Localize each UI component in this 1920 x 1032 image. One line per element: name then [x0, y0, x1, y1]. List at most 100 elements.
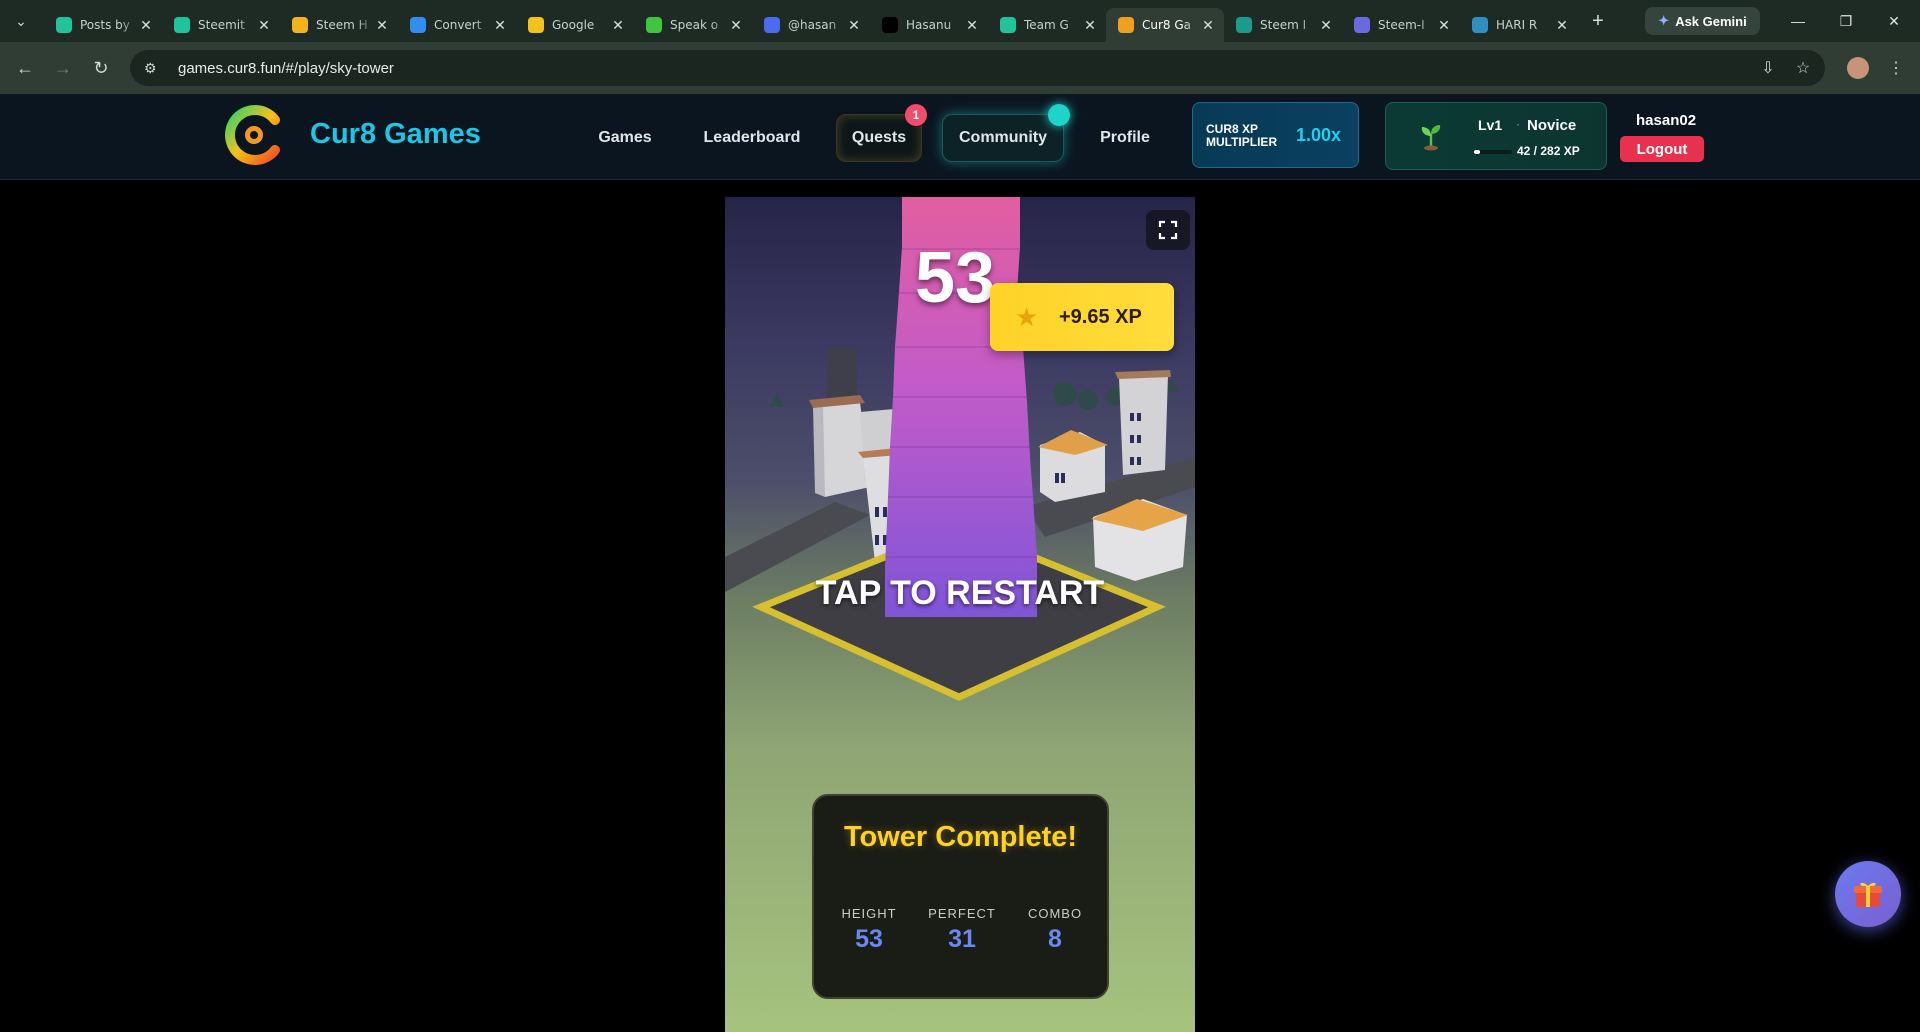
close-tab-icon[interactable]: ✕	[846, 17, 862, 34]
gemini-icon: ✦	[1658, 13, 1670, 28]
site-header: Cur8 Games Games Leaderboard Quests 1 Co…	[0, 94, 1920, 180]
site-info-icon[interactable]: ⚙	[144, 60, 168, 77]
nav-community[interactable]: Community	[942, 114, 1064, 162]
stat-combo-value: 8	[1048, 925, 1062, 953]
browser-tab[interactable]: Steem-I ✕	[1342, 8, 1460, 42]
omnibox[interactable]: ⚙ games.cur8.fun/#/play/sky-tower	[130, 50, 1825, 86]
score-display: 53	[915, 238, 996, 318]
fullscreen-button[interactable]	[1146, 210, 1190, 250]
close-tab-icon[interactable]: ✕	[610, 17, 626, 34]
browser-tab[interactable]: Google ✕	[516, 8, 634, 42]
browser-tab-title: Steem-I	[1378, 18, 1425, 32]
browser-tab-title: Cur8 Ga	[1142, 18, 1192, 32]
cur8-icon	[1118, 17, 1134, 33]
bookmark-star-icon[interactable]: ☆	[1785, 50, 1821, 86]
logout-button[interactable]: Logout	[1620, 136, 1704, 162]
back-button[interactable]: ←	[6, 49, 44, 87]
drive-icon	[410, 17, 426, 33]
minimize-button[interactable]: —	[1775, 0, 1821, 42]
star-icon: ★	[1015, 301, 1039, 332]
close-tab-icon[interactable]: ✕	[138, 17, 154, 34]
xp-progress-fill	[1474, 150, 1480, 154]
username[interactable]: hasan02	[1636, 112, 1696, 129]
forward-button[interactable]: →	[44, 49, 82, 87]
level-separator: ·	[1516, 117, 1520, 131]
gift-icon	[1854, 882, 1882, 907]
browser-tab-title: Speak o	[670, 18, 719, 32]
browser-tab[interactable]: Cur8 Ga ✕	[1106, 8, 1224, 42]
browser-tab[interactable]: Hasanu ✕	[870, 8, 988, 42]
quests-badge: 1	[905, 104, 927, 126]
gift-button[interactable]	[1835, 861, 1901, 927]
browser-tab-title: Team G	[1024, 18, 1069, 32]
new-tab-button[interactable]: +	[1584, 7, 1612, 35]
browser-tab-title: Steem I	[1260, 18, 1307, 32]
stat-perfect-value: 31	[948, 925, 976, 953]
x-icon	[882, 17, 898, 33]
play-icon	[646, 17, 662, 33]
xp-multiplier-label: CUR8 XP MULTIPLIER	[1206, 122, 1278, 149]
brand-name[interactable]: Cur8 Games	[310, 118, 481, 151]
browser-tab-title: Steemit	[198, 18, 245, 32]
browser-tab[interactable]: @hasan ✕	[752, 8, 870, 42]
browser-tab[interactable]: Convert ✕	[398, 8, 516, 42]
browser-tab[interactable]: HARI R ✕	[1460, 8, 1578, 42]
browser-tab-title: Steem H	[316, 18, 368, 32]
result-panel: Tower Complete! HEIGHT 53 PERFECT 31 COM…	[812, 794, 1109, 999]
sprout-icon	[1421, 125, 1441, 151]
close-tab-icon[interactable]: ✕	[374, 17, 390, 34]
browser-tab[interactable]: Steem I ✕	[1224, 8, 1342, 42]
reload-button[interactable]: ↻	[82, 49, 120, 87]
stat-combo-label: COMBO	[1027, 906, 1083, 921]
xp-progress-text: 42 / 282 XP	[1517, 144, 1580, 158]
nav-profile[interactable]: Profile	[1090, 114, 1160, 162]
url-text[interactable]: games.cur8.fun/#/play/sky-tower	[178, 60, 394, 77]
close-tab-icon[interactable]: ✕	[1200, 17, 1216, 34]
steem-icon	[1236, 17, 1252, 33]
browser-tab[interactable]: Steemit ✕	[162, 8, 280, 42]
profile-avatar[interactable]	[1840, 50, 1876, 86]
profile-icon	[764, 17, 780, 33]
hari-icon	[1472, 17, 1488, 33]
tap-to-restart[interactable]: TAP TO RESTART	[815, 573, 1105, 613]
browser-menu-icon[interactable]: ⋮	[1878, 50, 1914, 86]
browser-tab[interactable]: Posts by ✕	[44, 8, 162, 42]
stat-height-value: 53	[855, 925, 883, 953]
level-card[interactable]: Lv1 · Novice 42 / 282 XP	[1385, 102, 1607, 170]
steemit-icon	[56, 17, 72, 33]
browser-tab-title: HARI R	[1496, 18, 1538, 32]
fullscreen-icon	[1158, 220, 1178, 240]
restore-button[interactable]: ❐	[1823, 0, 1869, 42]
bulb-icon	[528, 17, 544, 33]
ask-gemini-button[interactable]: ✦ Ask Gemini	[1645, 7, 1760, 35]
browser-tab-title: Convert	[434, 18, 482, 32]
close-tab-icon[interactable]: ✕	[1082, 17, 1098, 34]
xp-multiplier-card: CUR8 XP MULTIPLIER 1.00x	[1192, 102, 1359, 168]
cur8-logo[interactable]	[223, 104, 285, 166]
community-indicator-dot	[1048, 104, 1070, 126]
ask-gemini-label: Ask Gemini	[1675, 13, 1747, 29]
nav-games[interactable]: Games	[590, 114, 660, 162]
game-canvas[interactable]: 53 ★ +9.65 XP TAP TO RESTART Tower Compl…	[725, 197, 1195, 1032]
xp-multiplier-value: 1.00x	[1296, 125, 1342, 145]
browser-tab[interactable]: Speak o ✕	[634, 8, 752, 42]
close-tab-icon[interactable]: ✕	[1436, 17, 1452, 34]
install-app-icon[interactable]: ⇩	[1750, 50, 1786, 86]
close-window-button[interactable]: ✕	[1871, 0, 1917, 42]
result-title: Tower Complete!	[843, 821, 1078, 853]
close-tab-icon[interactable]: ✕	[964, 17, 980, 34]
close-tab-icon[interactable]: ✕	[1318, 17, 1334, 34]
browser-tab[interactable]: Steem H ✕	[280, 8, 398, 42]
browser-tab-title: Google	[552, 18, 595, 32]
browser-tab[interactable]: Team G ✕	[988, 8, 1106, 42]
close-tab-icon[interactable]: ✕	[728, 17, 744, 34]
tab-search-button[interactable]: ⌄	[8, 8, 34, 34]
xp-progress-bar	[1474, 150, 1512, 154]
nav-leaderboard[interactable]: Leaderboard	[700, 114, 804, 162]
close-tab-icon[interactable]: ✕	[256, 17, 272, 34]
level-label: Lv1	[1478, 117, 1503, 133]
close-tab-icon[interactable]: ✕	[1554, 17, 1570, 34]
stat-height: HEIGHT 53	[824, 906, 914, 954]
stat-combo: COMBO 8	[1010, 906, 1100, 954]
close-tab-icon[interactable]: ✕	[492, 17, 508, 34]
